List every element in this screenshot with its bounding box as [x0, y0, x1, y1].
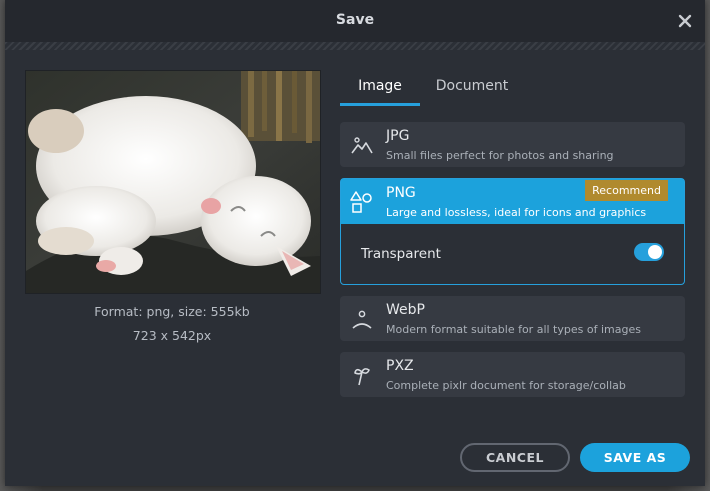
- save-dialog: Save Format: png, size: 555kb 723 x 542p…: [5, 0, 705, 486]
- pixlr-icon: [350, 364, 374, 388]
- option-jpg-desc: Small files perfect for photos and shari…: [386, 149, 614, 162]
- image-preview: [25, 70, 321, 294]
- dimensions-text: 723 x 542px: [132, 328, 212, 343]
- option-png-desc: Large and lossless, ideal for icons and …: [386, 206, 647, 219]
- tab-image[interactable]: Image: [340, 76, 420, 106]
- format-size-text: Format: png, size: 555kb: [94, 304, 250, 319]
- option-pxz-name: PXZ: [386, 358, 414, 374]
- option-webp-name: WebP: [386, 302, 425, 318]
- cancel-button[interactable]: CANCEL: [460, 443, 570, 472]
- landscape-icon: [350, 134, 374, 158]
- recommend-badge: Recommend: [585, 180, 668, 201]
- dialog-titlebar: Save: [5, 0, 705, 42]
- option-png-name: PNG: [386, 185, 416, 201]
- option-jpg[interactable]: JPG Small files perfect for photos and s…: [340, 122, 685, 167]
- option-pxz-desc: Complete pixlr document for storage/coll…: [386, 379, 626, 392]
- transparent-toggle[interactable]: [634, 243, 664, 261]
- save-as-button[interactable]: SAVE AS: [580, 443, 690, 472]
- shapes-icon: [350, 190, 374, 214]
- option-jpg-name: JPG: [386, 128, 410, 144]
- toggle-knob: [648, 245, 662, 259]
- dialog-title: Save: [335, 12, 375, 28]
- tab-document[interactable]: Document: [426, 76, 518, 106]
- tab-active-indicator: [340, 103, 420, 106]
- option-png[interactable]: PNG Large and lossless, ideal for icons …: [340, 178, 685, 285]
- option-webp-desc: Modern format suitable for all types of …: [386, 323, 641, 336]
- title-divider: [5, 42, 705, 50]
- transparent-label: Transparent: [361, 246, 441, 262]
- option-pxz[interactable]: PXZ Complete pixlr document for storage/…: [340, 352, 685, 397]
- close-icon[interactable]: [673, 9, 697, 33]
- option-png-header[interactable]: PNG Large and lossless, ideal for icons …: [341, 179, 684, 224]
- option-webp[interactable]: WebP Modern format suitable for all type…: [340, 296, 685, 341]
- person-icon: [350, 308, 374, 332]
